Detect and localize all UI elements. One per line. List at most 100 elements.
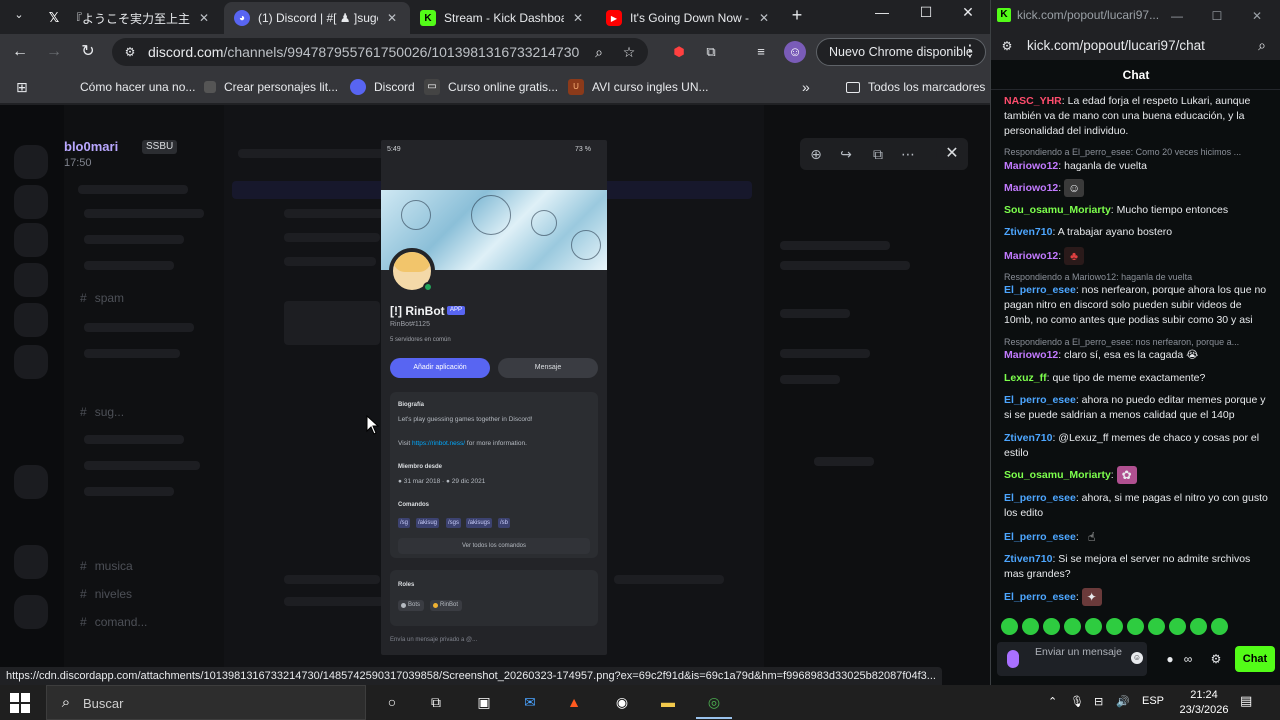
emote-icon[interactable] bbox=[1001, 618, 1018, 635]
popout-address-bar[interactable]: ⚙ kick.com/popout/lucari97/chat ⌕ bbox=[991, 32, 1280, 60]
taskbar-clock[interactable]: 21:24 23/3/2026 bbox=[1176, 688, 1232, 718]
site-info-icon[interactable]: ⚙ bbox=[122, 44, 138, 60]
all-bookmarks-folder[interactable]: Todos los marcadores bbox=[846, 78, 985, 96]
chat-message[interactable]: Ztiven710: @Lexuz_ff memes de chaco y co… bbox=[1004, 431, 1272, 461]
more-options-icon[interactable]: ⋯ bbox=[898, 144, 918, 164]
chat-message[interactable]: Lexuz_ff: que tipo de meme exactamente? bbox=[1004, 371, 1272, 386]
emote-icon[interactable] bbox=[1064, 618, 1081, 635]
chat-message[interactable]: Sou_osamu_Moriarty: Mucho tiempo entonce… bbox=[1004, 203, 1272, 218]
forward-share-icon[interactable]: ↪ bbox=[836, 144, 856, 164]
chat-message[interactable]: Mariowo12: claro sí, esa es la cagada 😭 bbox=[1004, 348, 1272, 363]
uploader-name[interactable]: blo0mari bbox=[64, 139, 118, 154]
emote-icon[interactable] bbox=[1190, 618, 1207, 635]
task-view-icon[interactable]: ⧉ bbox=[424, 690, 448, 714]
emote-icon[interactable] bbox=[1085, 618, 1102, 635]
maximize-button[interactable]: ☐ bbox=[1207, 6, 1227, 26]
users-icon[interactable]: ● bbox=[1161, 651, 1179, 667]
media-control-icon[interactable]: ≡ bbox=[750, 41, 772, 63]
extensions-puzzle-icon[interactable]: ⧉ bbox=[700, 41, 722, 63]
server-icon[interactable] bbox=[14, 595, 48, 629]
notifications-icon[interactable]: ▤ bbox=[1240, 693, 1252, 709]
chat-message[interactable]: Ztiven710: Si se mejora el server no adm… bbox=[1004, 552, 1272, 582]
close-icon[interactable]: ✕ bbox=[756, 10, 772, 26]
tab-4[interactable]: ▶ It's Going Down Now - Y ✕ bbox=[596, 2, 782, 34]
mic-tray-icon[interactable]: 🎙 bbox=[1070, 695, 1084, 708]
address-bar[interactable]: ⚙ discord.com/channels/99478795576175002… bbox=[112, 38, 648, 66]
server-icon[interactable] bbox=[14, 223, 48, 257]
chat-message[interactable]: El_perro_esee: ahora, si me pagas el nit… bbox=[1004, 491, 1272, 521]
mail-icon[interactable]: ✉ bbox=[518, 690, 542, 714]
menu-kebab-icon[interactable]: ⋮ bbox=[962, 40, 978, 64]
chat-message[interactable]: El_perro_esee: nos nerfearon, porque aho… bbox=[1004, 283, 1272, 328]
channel-item[interactable]: # sug... bbox=[80, 405, 124, 421]
tab-3[interactable]: K Stream - Kick Dashboar ✕ bbox=[410, 2, 596, 34]
channel-item[interactable]: # niveles bbox=[80, 587, 132, 603]
chat-message[interactable]: Mariowo12: haganla de vuelta bbox=[1004, 159, 1272, 174]
chat-message[interactable]: NASC_YHR: La edad forja el respeto Lukar… bbox=[1004, 94, 1272, 139]
zoom-icon[interactable]: ⌕ bbox=[1253, 36, 1271, 54]
taskbar-search[interactable]: ⌕ Buscar bbox=[46, 685, 366, 720]
emote-icon[interactable] bbox=[1043, 618, 1060, 635]
zoom-icon[interactable]: ⌕ bbox=[590, 43, 608, 61]
server-icon[interactable] bbox=[14, 545, 48, 579]
chat-message[interactable]: Ztiven710: A trabajar ayano bostero bbox=[1004, 225, 1272, 240]
zoom-in-icon[interactable]: ⊕ bbox=[806, 144, 826, 164]
tab-search-button[interactable]: ⌄ bbox=[8, 4, 30, 26]
bookmark-item[interactable]: Crear personajes lit... bbox=[204, 78, 338, 96]
apps-grid-icon[interactable]: ⊞ bbox=[16, 78, 28, 96]
server-icon[interactable] bbox=[14, 303, 48, 337]
minimize-button[interactable]: — bbox=[1167, 6, 1187, 26]
minimize-button[interactable]: — bbox=[860, 0, 904, 26]
emote-icon[interactable] bbox=[1127, 618, 1144, 635]
emote-icon[interactable] bbox=[1106, 618, 1123, 635]
windows-start-icon[interactable] bbox=[10, 693, 30, 713]
settings-gear-icon[interactable]: ⚙ bbox=[1207, 651, 1225, 667]
vlc-icon[interactable]: ▲ bbox=[562, 690, 586, 714]
emoji-picker-icon[interactable]: ☺ bbox=[1131, 652, 1143, 664]
send-chat-button[interactable]: Chat bbox=[1235, 646, 1275, 672]
bookmark-item[interactable]: Discord bbox=[350, 78, 415, 96]
chat-message[interactable]: El_perro_esee: ✦ bbox=[1004, 588, 1272, 606]
tab-2[interactable]: ◕ (1) Discord | #[ ♟ ]suge ✕ bbox=[224, 2, 410, 34]
tab-1[interactable]: 𝕏 『ようこそ実力至上主義の教 ✕ bbox=[36, 2, 222, 34]
channel-item[interactable]: # musica bbox=[80, 559, 133, 575]
tray-expand-icon[interactable]: ⌃ bbox=[1048, 695, 1057, 708]
cortana-icon[interactable]: ○ bbox=[380, 690, 404, 714]
profile-avatar[interactable]: ☺ bbox=[784, 41, 806, 63]
close-window-button[interactable]: ✕ bbox=[946, 0, 990, 26]
mic-icon[interactable] bbox=[1007, 650, 1019, 668]
new-tab-button[interactable]: + bbox=[786, 4, 808, 26]
channel-item[interactable]: # spam bbox=[80, 291, 124, 307]
chat-message[interactable]: El_perro_esee: ☝ bbox=[1004, 528, 1272, 546]
infinity-icon[interactable]: ∞ bbox=[1179, 651, 1197, 667]
network-icon[interactable]: ⊟ bbox=[1094, 695, 1103, 708]
bookmark-star-icon[interactable]: ☆ bbox=[620, 43, 638, 61]
store-icon[interactable]: ▣ bbox=[472, 690, 496, 714]
emote-icon[interactable] bbox=[1022, 618, 1039, 635]
chrome-icon[interactable]: ◎ bbox=[696, 690, 732, 719]
chat-message[interactable]: Sou_osamu_Moriarty: ✿ bbox=[1004, 466, 1272, 484]
input-language[interactable]: ESP bbox=[1142, 695, 1164, 707]
extension-icon[interactable]: ⬢ bbox=[668, 41, 690, 63]
bookmark-item[interactable]: Cómo hacer una no... bbox=[56, 78, 195, 96]
server-icon[interactable] bbox=[14, 263, 48, 297]
close-icon[interactable]: ✕ bbox=[570, 10, 586, 26]
emote-icon[interactable] bbox=[1169, 618, 1186, 635]
open-in-browser-icon[interactable]: ⧉ bbox=[868, 144, 888, 164]
server-icon[interactable] bbox=[14, 465, 48, 499]
bookmark-item[interactable]: ▭ Curso online gratis... bbox=[424, 78, 558, 96]
volume-icon[interactable]: 🔊 bbox=[1116, 695, 1130, 708]
bookmark-item[interactable]: U AVI curso ingles UN... bbox=[568, 78, 708, 96]
obs-icon[interactable]: ◉ bbox=[610, 690, 634, 714]
chat-message[interactable]: Mariowo12: ♣ bbox=[1004, 247, 1272, 265]
file-explorer-icon[interactable]: ▬ bbox=[656, 690, 680, 714]
back-icon[interactable]: ← bbox=[8, 40, 32, 64]
maximize-button[interactable]: ☐ bbox=[904, 0, 948, 26]
server-icon[interactable] bbox=[14, 145, 48, 179]
forward-icon[interactable]: → bbox=[42, 40, 66, 64]
channel-item[interactable]: # comand... bbox=[80, 615, 147, 631]
site-info-icon[interactable]: ⚙ bbox=[999, 38, 1015, 54]
close-window-button[interactable]: ✕ bbox=[1247, 6, 1267, 26]
server-icon[interactable] bbox=[14, 185, 48, 219]
close-viewer-button[interactable]: ✕ bbox=[936, 138, 968, 170]
